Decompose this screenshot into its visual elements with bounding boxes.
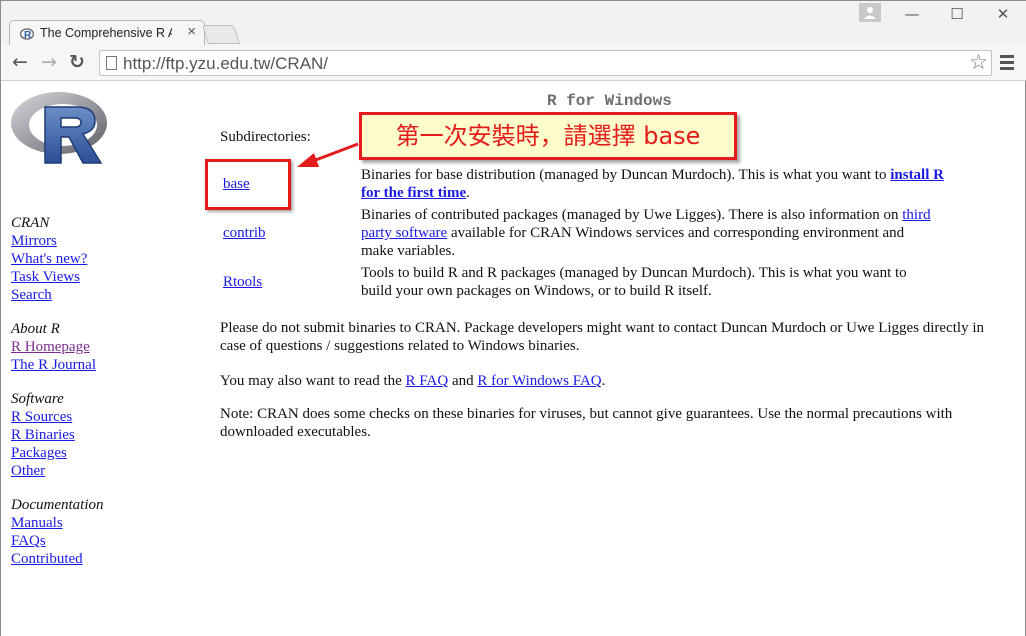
- sidebar-link-whats-new[interactable]: What's new?: [11, 250, 87, 268]
- sidebar-link-other[interactable]: Other: [11, 462, 45, 480]
- dir-desc-base-text: Binaries for base distribution (managed …: [361, 167, 891, 183]
- sidebar-link-r-homepage[interactable]: R Homepage: [11, 338, 90, 356]
- tab-title: The Comprehensive R Ar: [40, 26, 172, 40]
- title-bar: R The Comprehensive R Ar × — ☐ ✕: [1, 1, 1026, 46]
- sidebar-heading-documentation: Documentation: [11, 497, 104, 513]
- user-profile-icon[interactable]: [859, 3, 881, 22]
- sidebar-link-r-journal[interactable]: The R Journal: [11, 356, 96, 374]
- sidebar-link-contributed[interactable]: Contributed: [11, 550, 83, 568]
- page-title: R for Windows: [547, 92, 672, 110]
- para-faq: You may also want to read the R FAQ and …: [220, 372, 1010, 390]
- tab-close-icon[interactable]: ×: [187, 23, 196, 40]
- sidebar-link-manuals[interactable]: Manuals: [11, 514, 63, 532]
- para-virus-note: Note: CRAN does some checks on these bin…: [220, 406, 953, 440]
- browser-tab[interactable]: R The Comprehensive R Ar ×: [9, 20, 205, 46]
- sidebar-link-mirrors[interactable]: Mirrors: [11, 232, 57, 250]
- dir-desc-rtools-text: Tools to build R and R packages (managed…: [361, 265, 907, 299]
- minimize-button[interactable]: —: [897, 3, 927, 25]
- bookmark-star-icon[interactable]: ☆: [969, 50, 988, 74]
- para-submit-binaries: Please do not submit binaries to CRAN. P…: [220, 320, 984, 354]
- r-logo[interactable]: [9, 89, 113, 167]
- close-window-button[interactable]: ✕: [988, 3, 1018, 25]
- r-faq-link[interactable]: R FAQ: [406, 373, 449, 389]
- browser-toolbar: ← → ↻ http://ftp.yzu.edu.tw/CRAN/ ☆: [1, 45, 1026, 81]
- chrome-menu-icon[interactable]: [1000, 55, 1014, 71]
- reload-button[interactable]: ↻: [65, 50, 89, 74]
- r-for-windows-faq-link[interactable]: R for Windows FAQ: [477, 373, 601, 389]
- dir-desc-contrib-text: Binaries of contributed packages (manage…: [361, 207, 903, 223]
- dir-desc-base: Binaries for base distribution (managed …: [361, 166, 951, 202]
- sidebar-heading-cran: CRAN: [11, 215, 50, 231]
- page-content: R for Windows Subdirectories: CRAN Mirro…: [1, 81, 1025, 636]
- new-tab-button[interactable]: [201, 25, 241, 44]
- url-text[interactable]: http://ftp.yzu.edu.tw/CRAN/: [123, 54, 328, 74]
- annotation-callout: 第一次安裝時，請選擇 base: [359, 112, 737, 160]
- maximize-button[interactable]: ☐: [942, 3, 972, 25]
- sidebar-link-r-binaries[interactable]: R Binaries: [11, 426, 75, 444]
- dir-link-rtools[interactable]: Rtools: [223, 274, 262, 291]
- sidebar-link-search[interactable]: Search: [11, 286, 52, 304]
- annotation-highlight-box: [205, 159, 291, 210]
- page-icon: [106, 56, 117, 70]
- para-faq-text: You may also want to read the: [220, 373, 406, 389]
- dir-link-contrib[interactable]: contrib: [223, 225, 266, 242]
- subdirectories-label: Subdirectories:: [220, 129, 311, 145]
- back-button[interactable]: ←: [8, 50, 32, 74]
- dir-desc-contrib: Binaries of contributed packages (manage…: [361, 206, 931, 260]
- sidebar-link-task-views[interactable]: Task Views: [11, 268, 80, 286]
- para-faq-end: .: [601, 373, 606, 389]
- sidebar-heading-software: Software: [11, 391, 64, 407]
- dir-desc-base-end: .: [466, 185, 470, 201]
- sidebar-heading-about-r: About R: [11, 321, 60, 337]
- para-faq-and: and: [448, 373, 478, 389]
- sidebar-link-r-sources[interactable]: R Sources: [11, 408, 72, 426]
- browser-window: R The Comprehensive R Ar × — ☐ ✕ ← → ↻ h…: [0, 0, 1026, 636]
- forward-button[interactable]: →: [37, 50, 61, 74]
- sidebar: CRAN Mirrors What's new? Task Views Sear…: [11, 214, 201, 568]
- address-bar[interactable]: http://ftp.yzu.edu.tw/CRAN/ ☆: [99, 50, 992, 76]
- dir-desc-rtools: Tools to build R and R packages (managed…: [361, 264, 936, 300]
- sidebar-link-packages[interactable]: Packages: [11, 444, 67, 462]
- svg-text:R: R: [24, 30, 32, 41]
- r-favicon-icon: R: [20, 28, 34, 41]
- sidebar-link-faqs[interactable]: FAQs: [11, 532, 46, 550]
